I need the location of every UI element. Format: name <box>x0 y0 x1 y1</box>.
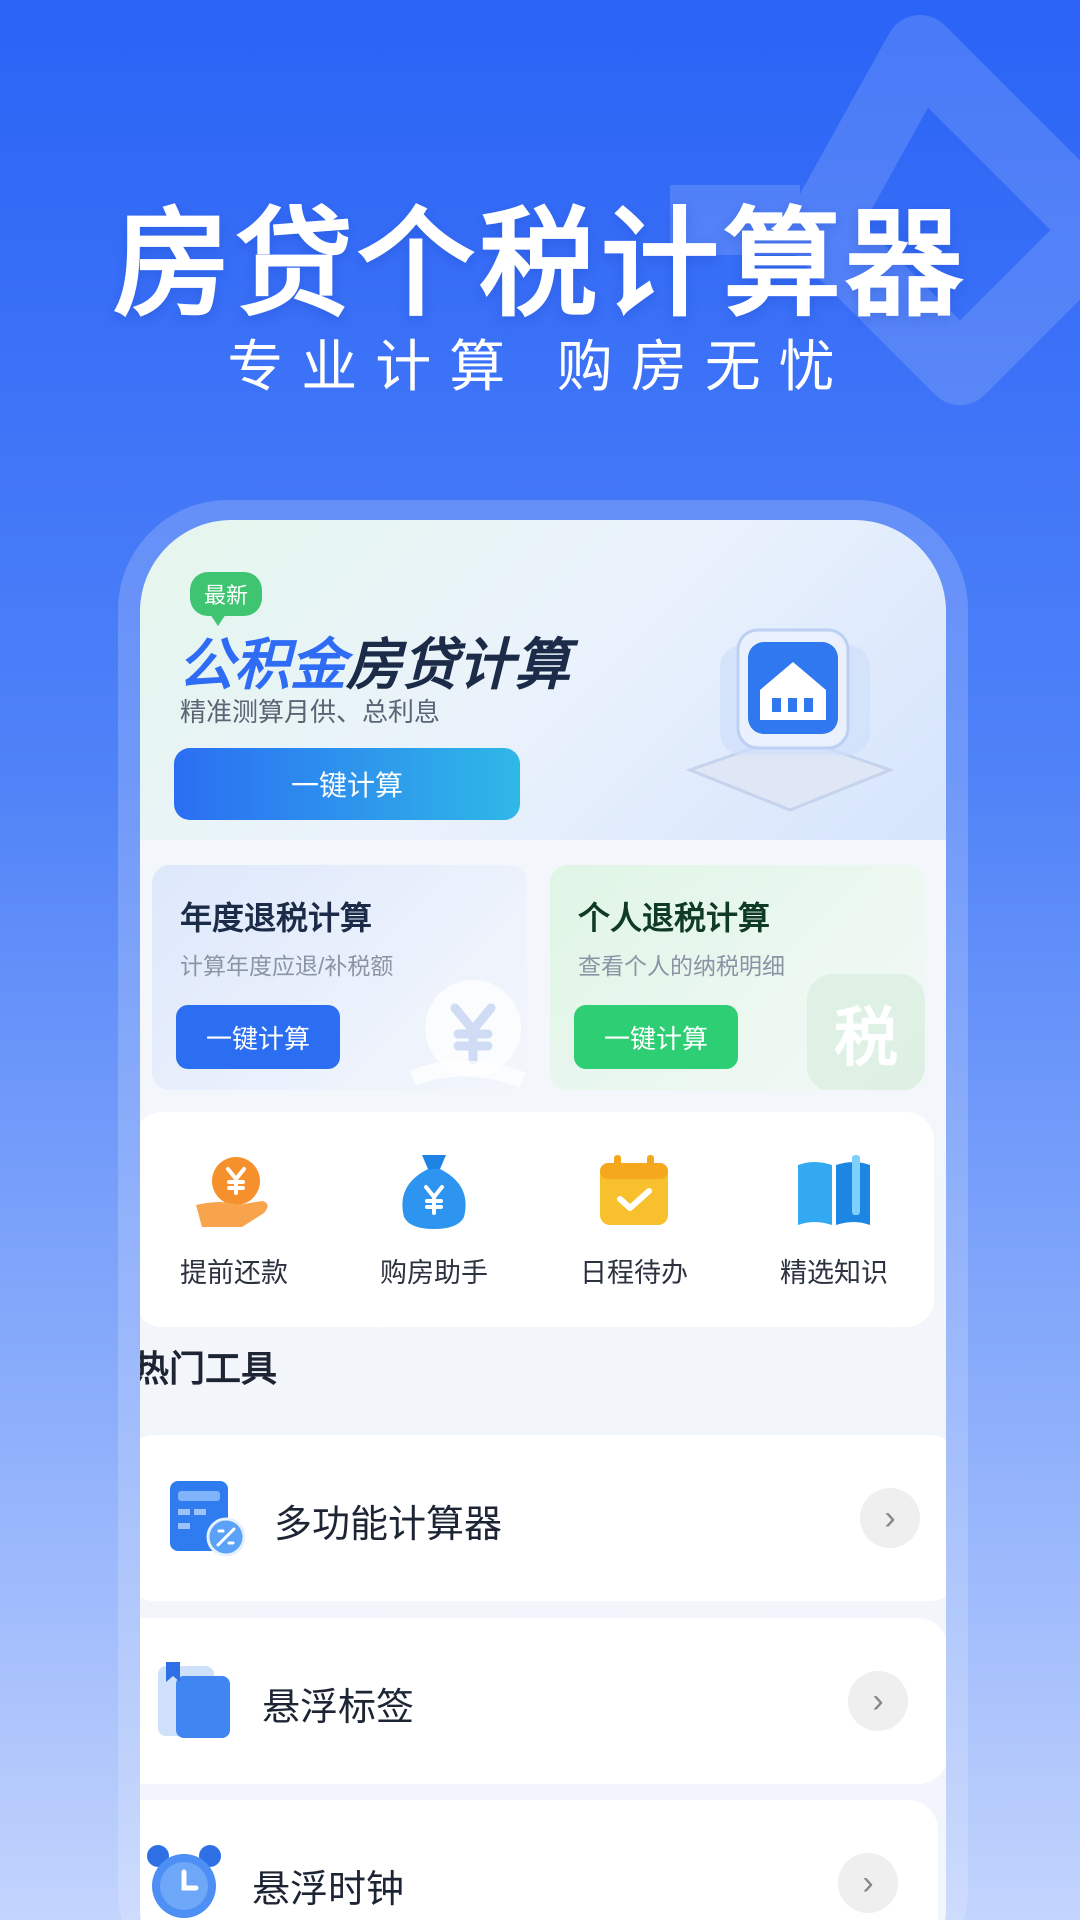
app-promo-screen: 房贷个税计算器 专业计算 购房无忧 最新 公积金房贷计算 精准测算月供、总利息 … <box>0 0 1080 1920</box>
yen-hand-icon <box>196 1157 268 1227</box>
tool-label: 悬浮时钟 <box>252 1869 405 1911</box>
calculator-icon <box>170 1481 246 1557</box>
personal-refund-card[interactable]: 个人退税计算 查看个人的纳税明细 一键计算 税 <box>550 865 925 1090</box>
mortgage-calc-button[interactable]: 一键计算 <box>174 748 520 820</box>
book-icon <box>798 1155 870 1225</box>
quick-buy-assistant[interactable]: 购房助手 <box>344 1149 524 1290</box>
house-icon <box>685 628 895 812</box>
hero-title-rest: 房贷计算 <box>346 633 570 696</box>
card-subtitle: 计算年度应退/补税额 <box>180 953 394 979</box>
alarm-clock-icon <box>147 1845 221 1918</box>
personal-refund-button[interactable]: 一键计算 <box>574 1005 738 1069</box>
chevron-right-icon[interactable]: › <box>848 1671 908 1731</box>
phone-screen: 最新 公积金房贷计算 精准测算月供、总利息 一键计算 年度退税计算 计算年度应退… <box>140 520 946 1920</box>
hero-title: 公积金房贷计算 <box>178 620 570 701</box>
quick-label: 日程待办 <box>580 1258 688 1288</box>
chevron-right-icon[interactable]: › <box>860 1488 920 1548</box>
app-tagline: 专业计算 购房无忧 <box>227 335 853 398</box>
tool-row-floating-clock[interactable]: 悬浮时钟 › <box>140 1800 938 1920</box>
section-title-hot-tools: 热门工具 <box>140 1351 277 1387</box>
hero-title-highlight: 公积金 <box>178 633 346 696</box>
chevron-right-icon[interactable]: › <box>838 1853 898 1913</box>
hero-subtitle: 精准测算月供、总利息 <box>180 697 441 727</box>
quick-actions: 提前还款 购房助手 日程待办 精选知识 <box>140 1112 934 1327</box>
quick-schedule[interactable]: 日程待办 <box>544 1149 724 1290</box>
card-title: 个人退税计算 <box>578 900 771 936</box>
quick-label: 提前还款 <box>180 1258 288 1288</box>
annual-refund-button[interactable]: 一键计算 <box>176 1005 340 1069</box>
tax-watermark: 税 <box>801 968 925 1090</box>
quick-knowledge[interactable]: 精选知识 <box>744 1149 924 1290</box>
card-subtitle: 查看个人的纳税明细 <box>578 953 785 979</box>
tool-row-calculator[interactable]: 多功能计算器 › <box>140 1435 946 1601</box>
app-headline: 房贷个税计算器 <box>112 199 967 331</box>
calendar-check-icon <box>600 1155 668 1225</box>
tool-label: 多功能计算器 <box>274 1504 503 1546</box>
bookmark-card-icon <box>158 1662 230 1738</box>
annual-refund-card[interactable]: 年度退税计算 计算年度应退/补税额 一键计算 <box>152 865 527 1090</box>
tool-row-floating-tag[interactable]: 悬浮标签 › <box>140 1618 946 1784</box>
card-title: 年度退税计算 <box>180 900 373 936</box>
quick-prepay[interactable]: 提前还款 <box>144 1149 324 1290</box>
quick-label: 购房助手 <box>380 1258 488 1288</box>
quick-label: 精选知识 <box>780 1258 888 1288</box>
money-bag-icon <box>402 1155 466 1229</box>
tool-label: 悬浮标签 <box>262 1687 415 1729</box>
tax-watermark-text: 税 <box>834 1002 898 1074</box>
yen-icon <box>410 980 526 1088</box>
new-badge: 最新 <box>190 572 263 626</box>
